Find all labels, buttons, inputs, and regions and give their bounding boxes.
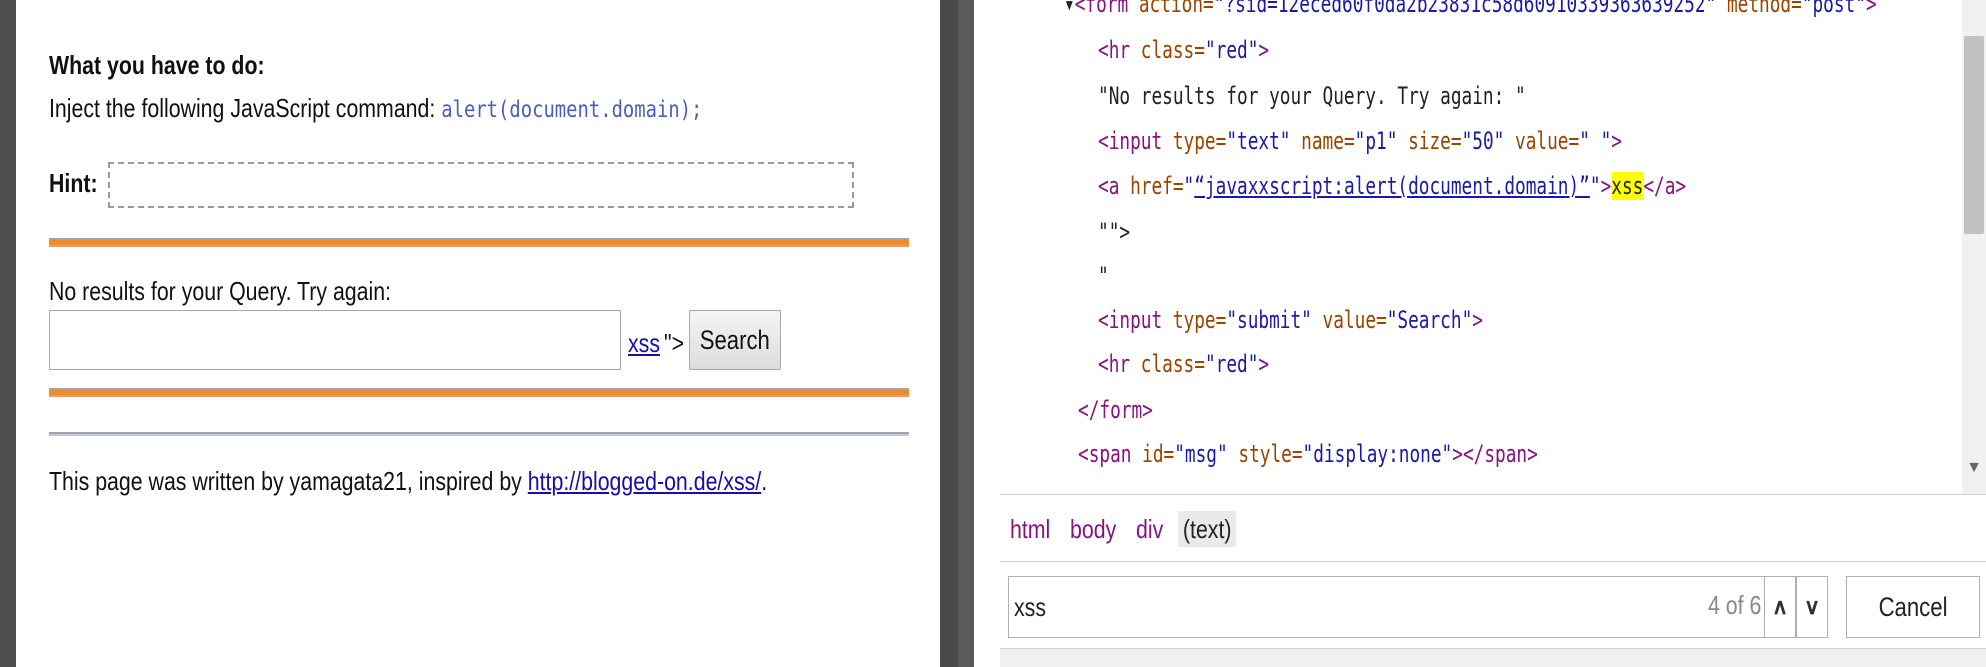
footer-text: This page was written by yamagata21, ins… [49,466,767,497]
breadcrumb-html[interactable]: html [1010,511,1050,547]
inject-command: alert(document.domain); [441,97,703,123]
dom-line-form-close[interactable]: </form> [1078,396,1153,424]
expand-arrow-icon: ▾ [1064,0,1075,18]
cancel-button-label: Cancel [1878,591,1948,622]
token: > [1472,306,1483,334]
token: name= [1290,127,1355,155]
token: <form [1074,0,1129,18]
token: "red" [1204,350,1259,378]
token: " [1183,172,1195,200]
breadcrumb-text[interactable]: (text) [1178,511,1237,547]
token: "msg" [1174,440,1228,468]
token: " [1589,172,1601,200]
dom-scrollbar-thumb[interactable] [1964,36,1984,234]
token: <input [1098,127,1163,155]
token: action= [1128,0,1214,18]
scroll-down-arrow-icon[interactable]: ▼ [1962,456,1986,480]
find-match-count: 4 of 6 [1708,590,1762,620]
hint-label: Hint: [49,168,98,198]
token: "post" [1801,0,1866,18]
token: <input [1098,306,1163,334]
token: <hr [1098,36,1131,64]
panel-divider[interactable] [958,0,974,667]
no-results-text: No results for your Query. Try again: [49,276,392,306]
token: style= [1227,440,1303,468]
chevron-down-icon: ∨ [1803,594,1821,619]
inject-instruction: Inject the following JavaScript command:… [49,93,702,124]
token: <a [1098,172,1120,200]
token: "Search" [1386,306,1473,334]
token: "text" [1226,127,1291,155]
dom-line-hr[interactable]: <hr class="red"> [1098,350,1269,378]
breadcrumb-div[interactable]: div [1136,511,1163,547]
token: <hr [1098,350,1131,378]
dom-line-text[interactable]: ""> [1098,218,1130,246]
window-border [0,0,16,667]
href-link[interactable]: “javaxxscript:alert(document.domain)” [1194,172,1590,200]
breadcrumb: html body div (text) [1000,494,1986,562]
token: type= [1162,127,1227,155]
token: "display:none" [1302,440,1453,468]
token: id= [1131,440,1175,468]
divider-grey [49,432,909,436]
footer-prefix: This page was written by yamagata21, ins… [49,466,528,496]
token: </a> [1643,172,1687,200]
token: <span [1078,440,1132,468]
hint-box [108,162,854,208]
token: href= [1119,172,1184,200]
chevron-up-icon: ∧ [1771,594,1789,619]
dom-line-input-submit[interactable]: <input type="submit" value="Search"> [1098,306,1483,334]
token: value= [1311,306,1387,334]
find-next-button[interactable]: ∨ [1796,576,1828,638]
token: ></span> [1452,440,1538,468]
token: type= [1162,306,1227,334]
footer-link[interactable]: http://blogged-on.de/xss/ [528,466,761,496]
inject-prefix: Inject the following JavaScript command: [49,93,436,123]
xss-link[interactable]: xss [628,328,660,359]
dom-tree[interactable]: ▾<form action="?sid=12eced60f0da2b23831c… [974,0,1962,494]
breadcrumb-body[interactable]: body [1070,511,1116,547]
search-highlight: xss [1611,172,1644,200]
search-button-label: Search [699,324,771,355]
status-strip [1000,648,1986,667]
dom-line-anchor[interactable]: <a href="“javaxxscript:alert(document.do… [1098,172,1686,200]
find-input[interactable] [1008,576,1800,638]
token: class= [1130,36,1205,64]
token: "submit" [1226,306,1312,334]
divider-red-bottom [49,388,909,397]
dom-line-hr[interactable]: <hr class="red"> [1098,36,1269,64]
token: "50" [1461,127,1505,155]
token: > [1611,127,1622,155]
token: " " [1579,127,1612,155]
leftover-markup-text: "> [664,328,685,358]
token: "p1" [1354,127,1398,155]
token: value= [1504,127,1580,155]
find-prev-button[interactable]: ∧ [1764,576,1796,638]
divider-red-top [49,238,909,247]
token: method= [1716,0,1802,18]
dom-line-text[interactable]: " [1098,262,1109,290]
token: > [1865,0,1877,18]
query-input[interactable] [49,310,621,370]
dom-line-input-text[interactable]: <input type="text" name="p1" size="50" v… [1098,127,1622,155]
cancel-button[interactable]: Cancel [1846,576,1980,638]
footer-suffix: . [761,466,768,496]
token: > [1258,36,1270,64]
task-heading: What you have to do: [49,50,265,80]
token: "?sid=12eced60f0da2b23831c58d60910339363… [1213,0,1717,18]
token: "red" [1204,36,1259,64]
find-input-value: xss [1014,592,1046,622]
dom-line-text[interactable]: "No results for your Query. Try again: " [1098,82,1526,110]
search-button[interactable]: Search [689,310,781,370]
token: > [1600,172,1612,200]
dom-line-span[interactable]: <span id="msg" style="display:none"></sp… [1078,440,1538,468]
token: > [1258,350,1270,378]
token: size= [1397,127,1462,155]
dom-line-form-open[interactable]: ▾<form action="?sid=12eced60f0da2b23831c… [1064,0,1877,18]
token: class= [1130,350,1205,378]
